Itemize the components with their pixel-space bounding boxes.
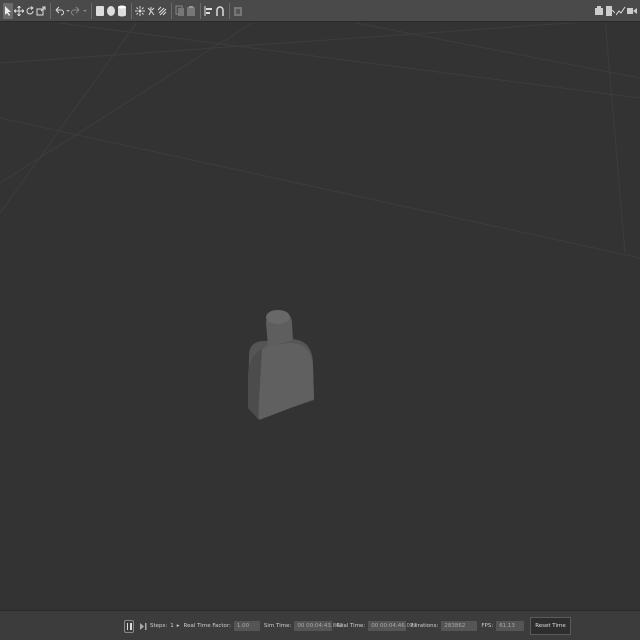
toolbar-separator <box>131 3 132 19</box>
mesh-model[interactable] <box>248 310 314 420</box>
video-record-icon[interactable] <box>627 3 637 19</box>
directional-light-icon[interactable] <box>157 3 167 19</box>
rotate-icon[interactable] <box>25 3 35 19</box>
reset-time-button[interactable]: Reset Time <box>530 617 571 635</box>
redo-icon[interactable] <box>71 3 81 19</box>
rtf-value: 1.00 <box>233 621 260 631</box>
select-arrow-icon[interactable] <box>3 3 13 19</box>
toolbar-separator <box>171 3 172 19</box>
toolbar-separator <box>50 3 51 19</box>
redo-dropdown-icon[interactable] <box>82 3 87 19</box>
undo-dropdown-icon[interactable] <box>65 3 70 19</box>
real-time-label: Real Time: <box>336 623 366 629</box>
toolbar-separator <box>91 3 92 19</box>
step-icon[interactable] <box>140 622 147 631</box>
toolbar-separator <box>200 3 201 19</box>
copy-icon[interactable] <box>175 3 185 19</box>
cylinder-shape-icon[interactable] <box>117 3 127 19</box>
box-shape-icon[interactable] <box>95 3 105 19</box>
real-time-value: 00 00:04:46.077 <box>368 621 417 631</box>
scale-icon[interactable] <box>36 3 46 19</box>
fps-label: FPS: <box>481 623 494 629</box>
point-light-icon[interactable] <box>135 3 145 19</box>
status-bar-row: Steps: 1 ▸ Real Time Factor: 1.00 Sim Ti… <box>124 617 571 635</box>
log-icon[interactable] <box>594 3 604 19</box>
left-tool-group <box>3 2 244 20</box>
plot-icon[interactable] <box>616 3 626 19</box>
scene-render <box>0 23 640 420</box>
spot-light-icon[interactable] <box>146 3 156 19</box>
undo-icon[interactable] <box>54 3 64 19</box>
translate-icon[interactable] <box>14 3 24 19</box>
pause-button[interactable] <box>124 619 134 633</box>
pause-bar-right <box>130 622 132 630</box>
snap-icon[interactable] <box>215 3 225 19</box>
simulation-status-bar: Steps: 1 ▸ Real Time Factor: 1.00 Sim Ti… <box>0 610 640 640</box>
steps-value[interactable]: 1 <box>170 623 174 629</box>
steps-spinner-icon[interactable]: ▸ <box>177 623 180 629</box>
top-toolbar <box>0 0 640 22</box>
iterations-value: 283862 <box>441 621 478 631</box>
pause-bar-left <box>126 622 128 630</box>
sphere-shape-icon[interactable] <box>106 3 116 19</box>
sim-time-label: Sim Time: <box>263 623 292 629</box>
right-tool-group <box>594 2 638 20</box>
iterations-label: Iterations: <box>410 623 439 629</box>
screenshot-icon[interactable] <box>233 3 243 19</box>
align-icon[interactable] <box>204 3 214 19</box>
rtf-label: Real Time Factor: <box>183 623 231 629</box>
steps-label: Steps: <box>150 623 168 629</box>
paste-icon[interactable] <box>186 3 196 19</box>
ground-grid <box>0 23 640 259</box>
scene-viewport[interactable] <box>0 23 640 610</box>
fps-value: 61.13 <box>496 621 525 631</box>
toolbar-separator <box>229 3 230 19</box>
record-icon[interactable] <box>605 3 615 19</box>
sim-time-value: 00 00:04:43.862 <box>294 621 343 631</box>
